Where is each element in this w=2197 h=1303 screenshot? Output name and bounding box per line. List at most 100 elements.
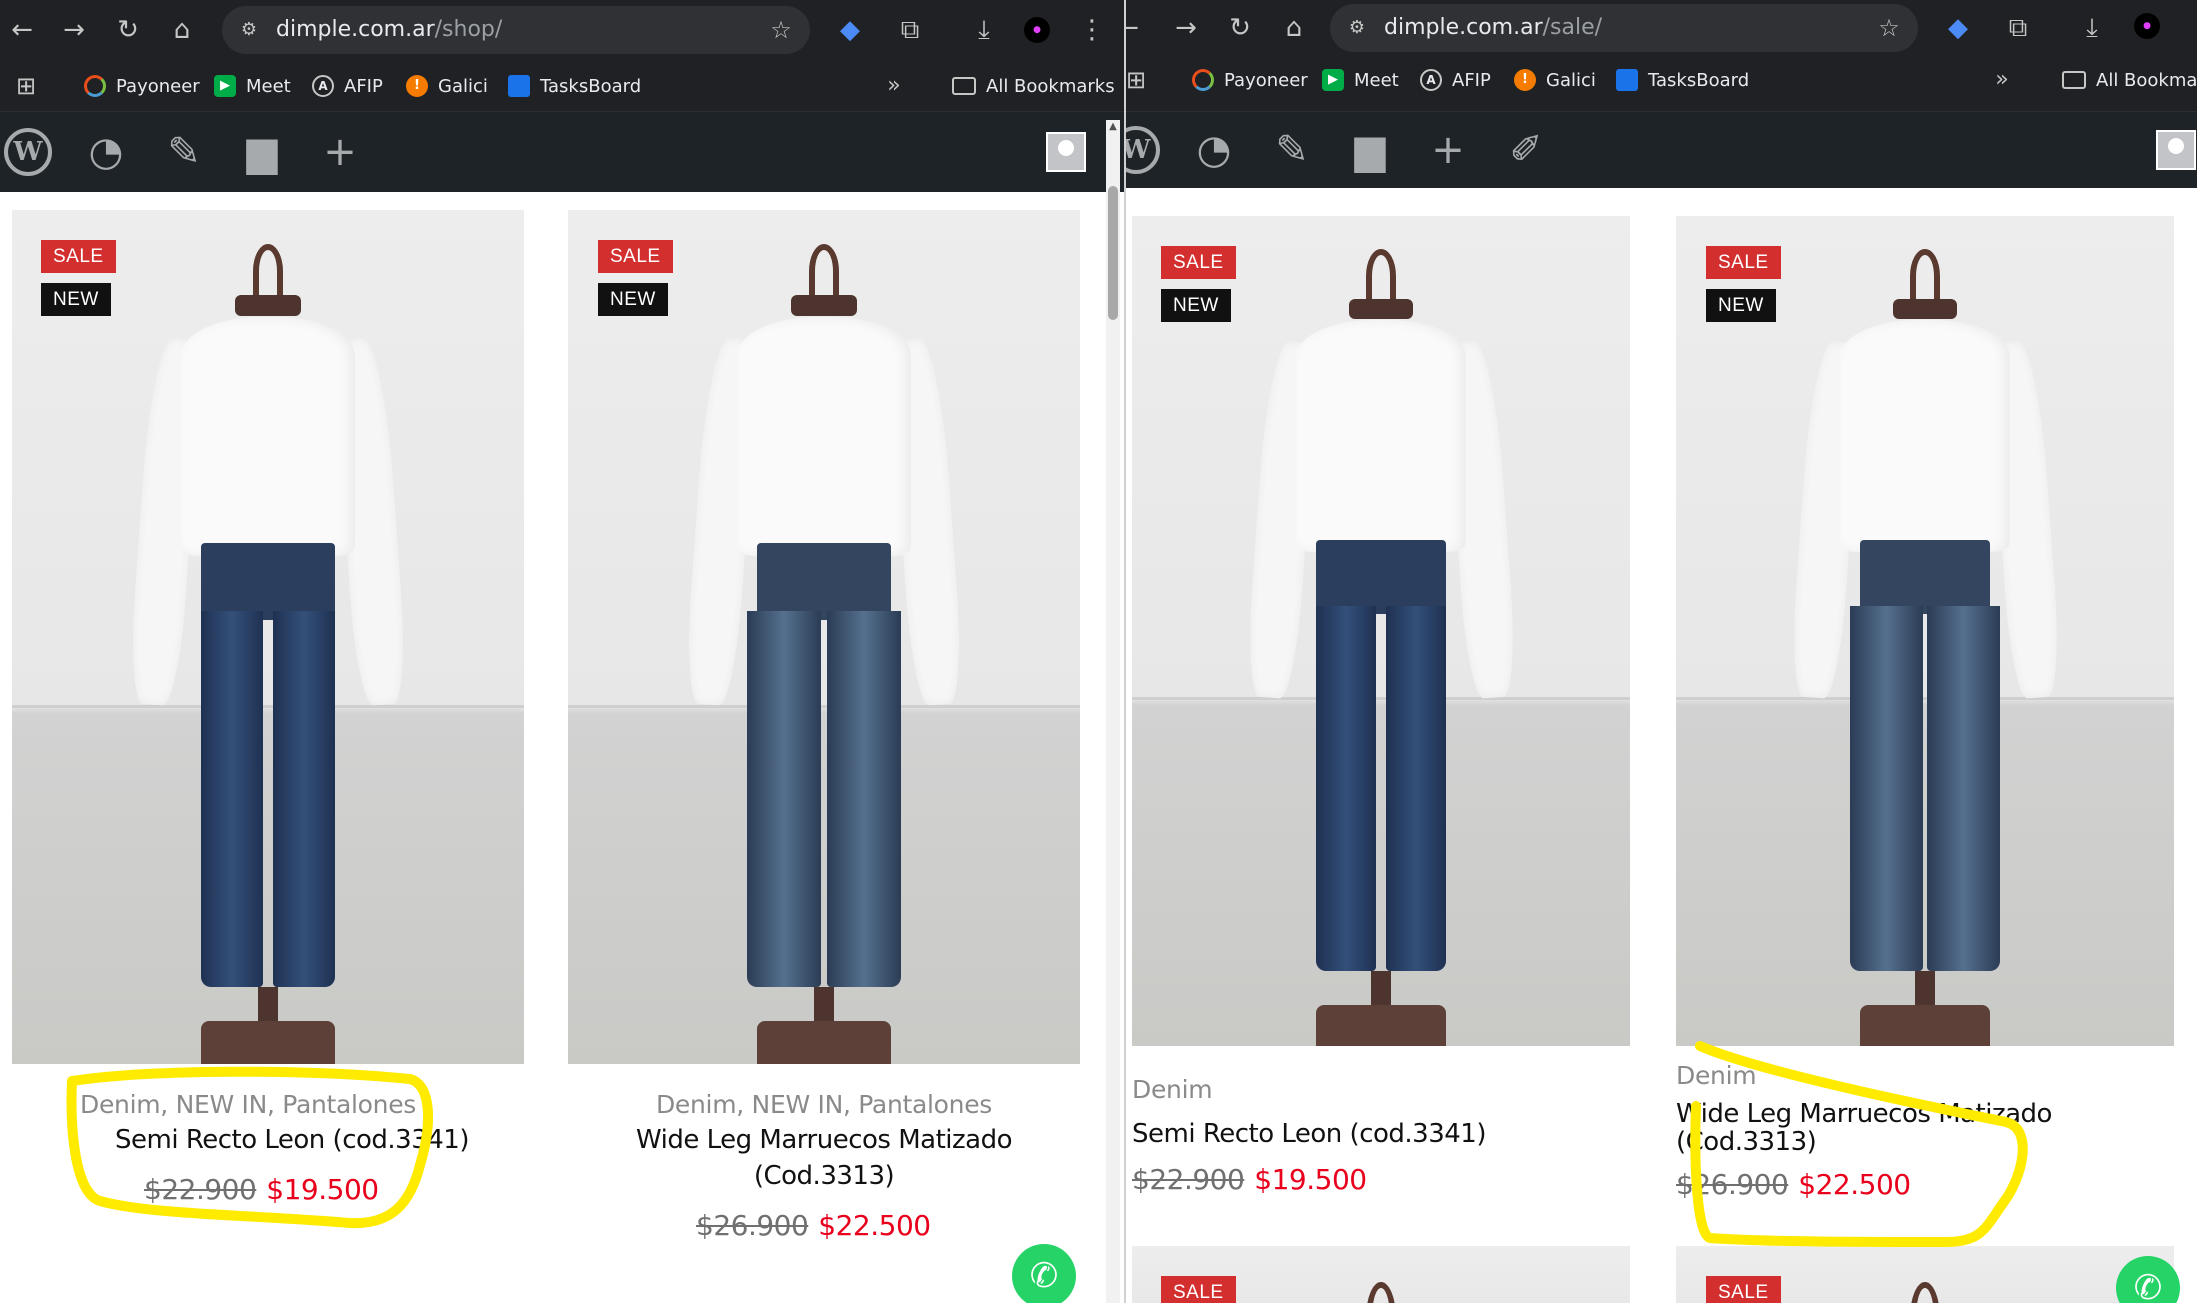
ethos-extension-icon[interactable]: ● [2134, 13, 2160, 39]
tag-extension-icon[interactable]: ◆ [830, 10, 870, 50]
apps-grid-icon[interactable]: ⊞ [1126, 66, 1150, 94]
url-text[interactable]: dimple.com.ar/sale/ [1384, 4, 1602, 52]
product-title[interactable]: Wide Leg Marruecos Matizado (Cod.3313) [590, 1122, 1058, 1194]
puzzle-icon[interactable]: ⧉ [1998, 8, 2038, 48]
bookmark-meet[interactable]: ▶ Meet [1322, 66, 1399, 94]
url-text[interactable]: dimple.com.ar/shop/ [276, 6, 502, 54]
page-scrollbar[interactable]: ▲ [1106, 120, 1120, 1303]
arrow-right-icon[interactable]: → [54, 10, 94, 50]
bookmark-tasksboard[interactable]: TasksBoard [508, 72, 641, 100]
all-bookmarks-folder[interactable]: All Bookmark [2062, 66, 2197, 94]
arrow-left-icon[interactable]: ← [2, 10, 42, 50]
wordpress-logo-icon[interactable]: W [4, 128, 52, 176]
mannequin-neck [1348, 299, 1414, 319]
tag-extension-icon[interactable]: ◆ [1938, 8, 1978, 48]
avatar[interactable] [2156, 130, 2196, 170]
all-bookmarks-folder[interactable]: All Bookmarks [952, 72, 1115, 100]
regular-price: $22.900 [144, 1173, 257, 1206]
product-image[interactable]: SALE [1132, 1246, 1630, 1303]
more-bookmarks-icon[interactable]: » [882, 72, 906, 100]
white-turtleneck [180, 316, 356, 556]
bookmark-galici[interactable]: ! Galici [406, 72, 488, 100]
product-title[interactable]: Semi Recto Leon (cod.3341) [72, 1122, 512, 1158]
comment-bubble-icon[interactable]: ▆ [1346, 126, 1394, 174]
tune-icon[interactable]: ⚙ [236, 17, 262, 43]
plus-icon[interactable]: + [1424, 126, 1472, 174]
product-image[interactable]: SALE NEW [1676, 216, 2174, 1046]
sale-badge: SALE [1706, 1276, 1781, 1303]
white-turtleneck [1296, 319, 1466, 553]
apps-grid-icon[interactable]: ⊞ [12, 72, 40, 100]
download-icon[interactable]: ⤓ [964, 10, 1004, 50]
mannequin-base [1860, 1004, 1990, 1046]
puzzle-icon[interactable]: ⧉ [890, 10, 930, 50]
mannequin-stand-top [1910, 1282, 1940, 1303]
bookmark-afip[interactable]: A AFIP [312, 72, 383, 100]
product-categories[interactable]: Denim, NEW IN, Pantalones [80, 1090, 416, 1119]
arrow-right-icon[interactable]: → [1166, 8, 1206, 48]
scroll-up-icon[interactable]: ▲ [1106, 120, 1120, 134]
product-image[interactable]: SALE [1676, 1246, 2174, 1303]
wall-line [12, 705, 524, 709]
folder-icon [952, 77, 976, 95]
product-image[interactable]: SALE NEW [568, 210, 1080, 1064]
meet-icon: ▶ [214, 75, 236, 97]
browser-window-shop: ← → ↻ ⌂ ⚙ dimple.com.ar/shop/ ☆ ◆ ⧉ ⤓ ● … [0, 0, 1124, 1303]
star-icon[interactable]: ☆ [768, 17, 794, 43]
product-categories[interactable]: Denim [1132, 1075, 1213, 1104]
payoneer-icon [84, 75, 106, 97]
new-badge: NEW [41, 283, 111, 316]
reload-icon[interactable]: ↻ [108, 10, 148, 50]
jeans-leg-left [747, 611, 822, 988]
address-bar[interactable]: ⚙ dimple.com.ar/shop/ ☆ [222, 6, 810, 54]
bookmark-galici[interactable]: ! Galici [1514, 66, 1596, 94]
comment-bubble-icon[interactable]: ▆ [238, 128, 286, 176]
avatar[interactable] [1046, 132, 1086, 172]
gauge-icon[interactable]: ◔ [1190, 126, 1238, 174]
sale-price: $22.500 [1798, 1168, 1911, 1201]
mannequin-base [757, 1021, 891, 1064]
bookmark-afip[interactable]: A AFIP [1420, 66, 1491, 94]
regular-price: $26.900 [1676, 1168, 1789, 1201]
jeans-waist [1860, 539, 1990, 615]
jeans-waist [757, 543, 891, 620]
product-categories[interactable]: Denim [1676, 1061, 1757, 1090]
bookmark-meet[interactable]: ▶ Meet [214, 72, 291, 100]
afip-icon: A [1420, 69, 1442, 91]
product-price: $22.900 $19.500 [144, 1173, 379, 1206]
more-bookmarks-icon[interactable]: » [1990, 66, 2014, 94]
bookmarks-bar: ⊞ Payoneer ▶ Meet A AFIP ! Galici TasksBoar… [1126, 56, 2197, 112]
wordpress-logo-icon[interactable]: W [1126, 126, 1160, 174]
product-title[interactable]: Semi Recto Leon (cod.3341) [1132, 1116, 1630, 1152]
meet-icon: ▶ [1322, 69, 1344, 91]
product-image[interactable]: SALE NEW [12, 210, 524, 1064]
reload-icon[interactable]: ↻ [1220, 8, 1260, 48]
bookmark-payoneer[interactable]: Payoneer [1192, 66, 1308, 94]
jeans-leg-right [273, 611, 335, 988]
kebab-menu-icon[interactable]: ⋮ [1072, 10, 1112, 50]
pencil-icon[interactable]: ✐ [1502, 126, 1550, 174]
home-icon[interactable]: ⌂ [162, 10, 202, 50]
whatsapp-icon[interactable]: ✆ [1012, 1244, 1076, 1303]
ethos-extension-icon[interactable]: ● [1024, 17, 1050, 43]
arrow-left-icon[interactable]: ← [1126, 8, 1148, 48]
paintbrush-icon[interactable]: ✎ [1268, 126, 1316, 174]
galicia-icon: ! [406, 75, 428, 97]
product-image[interactable]: SALE NEW [1132, 216, 1630, 1046]
scroll-thumb[interactable] [1108, 186, 1118, 320]
product-categories[interactable]: Denim, NEW IN, Pantalones [568, 1090, 1080, 1119]
plus-icon[interactable]: + [316, 128, 364, 176]
address-bar[interactable]: ⚙ dimple.com.ar/sale/ ☆ [1330, 4, 1918, 52]
bookmark-tasksboard[interactable]: TasksBoard [1616, 66, 1749, 94]
download-icon[interactable]: ⤓ [2072, 8, 2112, 48]
bookmark-payoneer[interactable]: Payoneer [84, 72, 200, 100]
home-icon[interactable]: ⌂ [1274, 8, 1314, 48]
star-icon[interactable]: ☆ [1876, 15, 1902, 41]
wall-line [1676, 697, 2174, 701]
tune-icon[interactable]: ⚙ [1344, 15, 1370, 41]
mannequin-stand-top [252, 244, 284, 300]
gauge-icon[interactable]: ◔ [82, 128, 130, 176]
product-title[interactable]: Wide Leg Marruecos Matizado (Cod.3313) [1676, 1100, 2174, 1156]
mannequin-neck [234, 295, 302, 316]
paintbrush-icon[interactable]: ✎ [160, 128, 208, 176]
